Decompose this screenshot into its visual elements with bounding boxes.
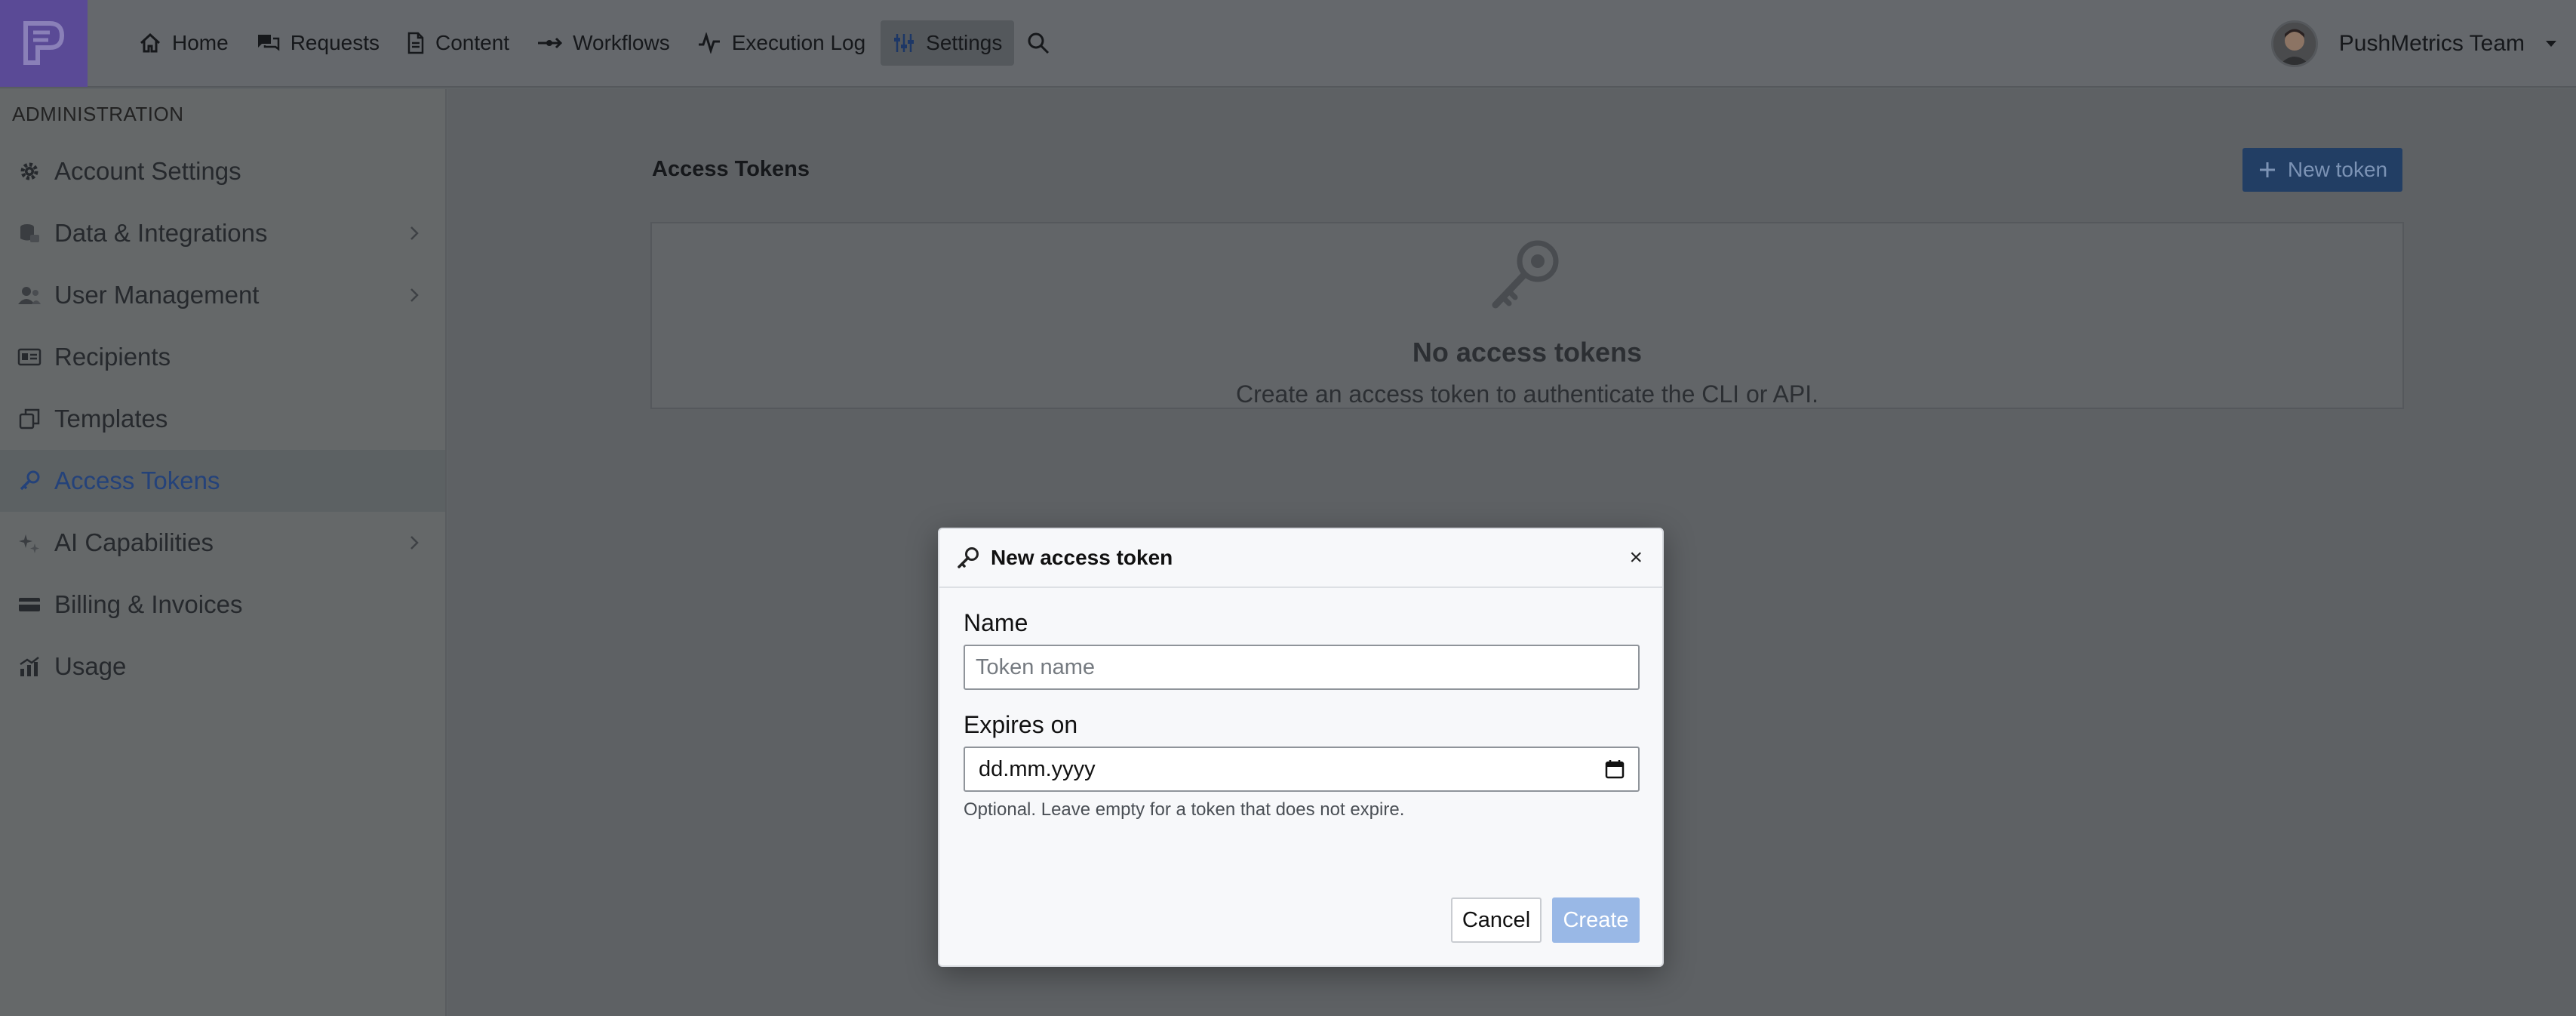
empty-state-title: No access tokens [1412,337,1643,368]
sidebar-item-account-settings[interactable]: Account Settings [0,140,445,202]
plus-icon [2259,162,2275,177]
sidebar-item-recipients[interactable]: Recipients [0,326,445,388]
gear-icon [20,162,38,180]
user-photo-icon [2273,23,2316,65]
expires-help-text: Optional. Leave empty for a token that d… [964,799,1405,820]
empty-state-subtitle: Create an access token to authenticate t… [1235,380,1818,408]
search-button[interactable] [1017,20,1059,66]
nav-settings-label: Settings [926,31,1003,54]
id-card-icon [17,348,41,366]
home-icon [140,32,161,53]
calendar-icon[interactable] [1605,759,1625,779]
sidebar-heading: ADMINISTRATION [12,103,184,125]
sidebar-item-label: Templates [54,405,168,433]
nav-execution-log[interactable]: Execution Log [685,20,878,66]
new-token-label: New token [2287,158,2388,181]
sidebar-item-user-management[interactable]: User Management [0,264,445,326]
expires-date-input[interactable]: dd.mm.yyyy [964,747,1640,792]
users-icon [18,287,41,304]
create-button[interactable]: Create [1552,897,1640,943]
activity-icon [698,32,720,54]
name-label: Name [964,609,1028,636]
nav-settings[interactable]: Settings [881,20,1015,66]
nav-content-label: Content [435,31,510,54]
pushmetrics-logo-icon [23,21,65,65]
app-logo[interactable] [0,0,88,87]
nav-execution-log-label: Execution Log [731,31,866,54]
copy-icon [19,408,40,429]
chevron-down-icon [2546,41,2556,47]
token-name-input[interactable] [964,645,1640,690]
nav-workflows[interactable]: Workflows [524,20,682,66]
dialog-title: New access token [991,546,1173,569]
document-icon [407,32,424,54]
sidebar-item-label: Data & Integrations [54,219,268,247]
database-icon [20,224,39,242]
sidebar-item-billing-invoices[interactable]: Billing & Invoices [0,574,445,636]
sidebar-item-label: Usage [54,652,127,680]
chat-icon [257,35,279,51]
sidebar-item-label: Recipients [54,343,171,371]
workflow-icon [538,37,563,49]
sidebar-item-label: Access Tokens [54,466,220,494]
sidebar-item-label: Account Settings [54,157,241,185]
nav-requests[interactable]: Requests [244,20,392,66]
chevron-right-icon [410,288,419,302]
expires-label: Expires on [964,711,1078,738]
user-name: PushMetrics Team [2338,31,2525,56]
key-icon [1492,240,1559,309]
page-title: Access Tokens [652,157,810,181]
search-icon [1028,32,1050,54]
sidebar-item-label: User Management [54,281,260,309]
sidebar-item-usage[interactable]: Usage [0,636,445,697]
close-icon[interactable]: × [1629,546,1643,569]
top-navigation-bar: Home Requests Content Workflows Executio… [0,0,2576,88]
dialog-header: New access token × [939,529,1662,588]
key-icon [20,470,40,491]
cancel-button[interactable]: Cancel [1451,897,1542,943]
admin-sidebar: ADMINISTRATION Account Settings Data & I… [0,89,447,1016]
empty-state-card: No access tokens Create an access token … [650,222,2404,409]
nav-content[interactable]: Content [395,20,521,66]
expires-date-value: dd.mm.yyyy [979,756,1096,781]
sidebar-item-data-integrations[interactable]: Data & Integrations [0,202,445,264]
new-token-button[interactable]: New token [2242,148,2402,192]
chart-icon [20,657,39,676]
sidebar-item-access-tokens[interactable]: Access Tokens [0,450,445,512]
nav-home[interactable]: Home [127,20,241,66]
chevron-right-icon [410,226,419,240]
chevron-right-icon [410,536,419,550]
sidebar-item-templates[interactable]: Templates [0,388,445,450]
sidebar-item-label: AI Capabilities [54,528,214,556]
credit-card-icon [19,598,40,611]
user-menu[interactable]: PushMetrics Team [2270,0,2576,88]
avatar [2270,20,2318,67]
sparkles-icon [19,534,39,553]
nav-home-label: Home [172,31,229,54]
sidebar-item-label: Billing & Invoices [54,590,243,618]
nav-workflows-label: Workflows [573,31,670,54]
sidebar-item-ai-capabilities[interactable]: AI Capabilities [0,512,445,574]
nav-requests-label: Requests [290,31,380,54]
key-icon [958,547,979,568]
dialog-body: Name Expires on dd.mm.yyyy Optional. Lea… [939,588,1662,820]
sliders-icon [894,34,915,52]
main-nav: Home Requests Content Workflows Executio… [127,0,1059,87]
new-access-token-dialog: New access token × Name Expires on dd.mm… [938,528,1664,967]
